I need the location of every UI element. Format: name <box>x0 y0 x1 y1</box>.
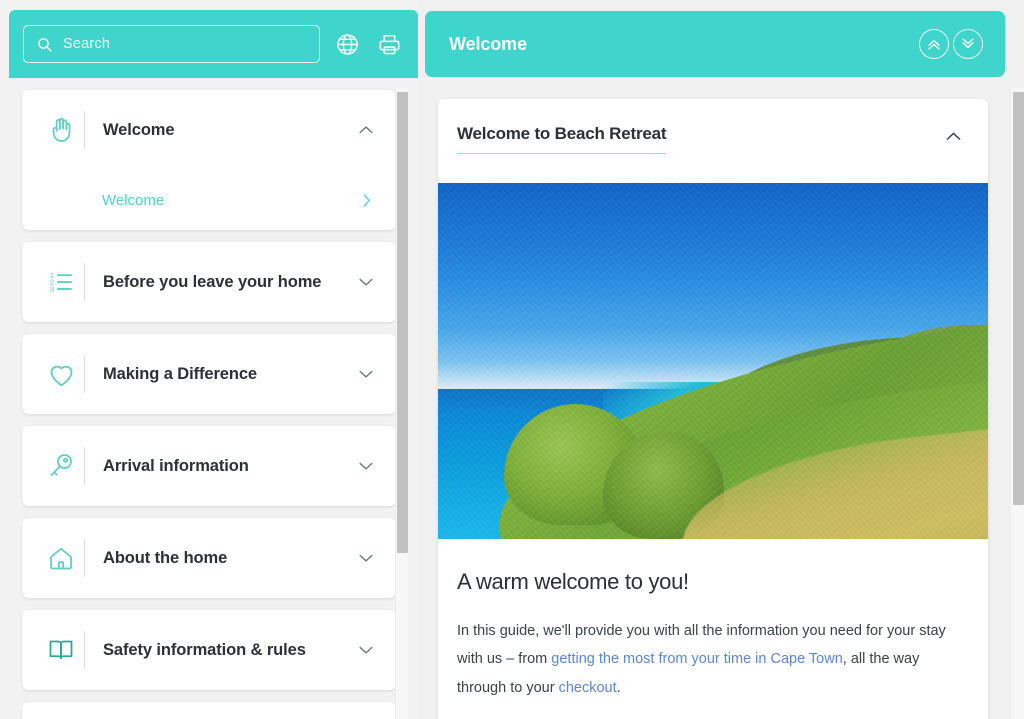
link-cape-town[interactable]: getting the most from your time in Cape … <box>551 651 842 667</box>
content-panel: Welcome Welcome to Beach Retreat A warm … <box>418 0 1024 719</box>
sidebar-header <box>9 10 418 78</box>
chevron-up-icon[interactable] <box>943 124 964 147</box>
article-paragraph: In this guide, we'll provide you with al… <box>457 617 962 702</box>
sidebar-scrollbar[interactable] <box>395 88 408 719</box>
link-checkout[interactable]: checkout <box>559 680 617 696</box>
article-body: A warm welcome to you! In this guide, we… <box>438 539 988 719</box>
search-input[interactable] <box>63 36 307 52</box>
print-icon[interactable] <box>374 29 404 59</box>
sidebar-item-before-you-leave-your-home[interactable]: 1 2 3 Before you leave your home <box>22 242 396 322</box>
divider <box>84 539 85 577</box>
sidebar-item-arrival-information[interactable]: Arrival information <box>22 426 396 506</box>
sidebar-item-header[interactable]: Welcome <box>22 90 396 170</box>
chevron-down-icon[interactable] <box>356 456 376 476</box>
divider <box>84 355 85 393</box>
sidebar-item-label: Before you leave your home <box>103 272 322 291</box>
page-title: Welcome <box>449 33 527 54</box>
chevrons-down-icon[interactable] <box>953 29 983 59</box>
sidebar-item-header[interactable]: Making a Difference <box>22 334 396 414</box>
sidebar-item-header[interactable]: Arrival information <box>22 426 396 506</box>
hand-wave-icon <box>38 115 84 145</box>
chevron-down-icon[interactable] <box>356 364 376 384</box>
sidebar-item-header[interactable]: Safety information & rules <box>22 610 396 690</box>
chevron-up-icon[interactable] <box>356 120 376 140</box>
content-scrollbar-thumb[interactable] <box>1013 92 1024 505</box>
sidebar-scrollbar-thumb[interactable] <box>397 92 408 553</box>
globe-icon[interactable] <box>332 29 362 59</box>
chevron-down-icon[interactable] <box>356 548 376 568</box>
search-field-wrapper[interactable] <box>23 25 320 63</box>
content-header: Welcome <box>425 11 1005 77</box>
sidebar-item-welcome[interactable]: Welcome Welcome <box>22 90 396 230</box>
chevron-down-icon[interactable] <box>356 640 376 660</box>
sidebar-item-label: Making a Difference <box>103 364 257 383</box>
paragraph-part-3: . <box>616 679 621 696</box>
sidebar-panel: Welcome Welcome <box>0 0 418 719</box>
sidebar-scroll-region: Welcome Welcome 1 2 3 Before you leave y… <box>9 84 418 719</box>
article-heading: A warm welcome to you! <box>457 569 689 594</box>
article-title: Welcome to Beach Retreat <box>457 124 667 154</box>
open-book-icon <box>38 635 84 665</box>
sidebar-item-header[interactable]: Practical area information <box>22 702 396 719</box>
chevron-down-icon[interactable] <box>356 272 376 292</box>
sidebar-item-about-the-home[interactable]: About the home <box>22 518 396 598</box>
search-icon <box>36 36 53 53</box>
sidebar-item-label: About the home <box>103 548 228 567</box>
hero-image <box>438 183 988 539</box>
sidebar-item-label: Arrival information <box>103 456 249 475</box>
divider <box>84 631 85 669</box>
chevrons-up-icon[interactable] <box>919 29 949 59</box>
sidebar-subitem-welcome[interactable]: Welcome <box>22 170 396 230</box>
key-icon <box>38 451 84 481</box>
heart-icon <box>38 359 84 390</box>
divider <box>84 447 85 485</box>
sidebar-item-label: Safety information & rules <box>103 640 306 659</box>
sidebar-nav-list: Welcome Welcome 1 2 3 Before you leave y… <box>9 84 418 719</box>
sidebar-item-header[interactable]: About the home <box>22 518 396 598</box>
article-header[interactable]: Welcome to Beach Retreat <box>438 99 988 183</box>
sidebar-item-header[interactable]: 1 2 3 Before you leave your home <box>22 242 396 322</box>
sidebar-subitem-label: Welcome <box>102 191 165 209</box>
article-card: Welcome to Beach Retreat A warm welcome … <box>438 99 988 719</box>
content-scrollbar[interactable] <box>1010 88 1024 719</box>
numbered-list-icon: 1 2 3 <box>38 267 84 297</box>
sidebar-item-label: Welcome <box>103 120 175 139</box>
svg-text:3: 3 <box>50 285 54 294</box>
divider <box>84 263 85 301</box>
chevron-right-icon <box>357 191 376 210</box>
sidebar-item-safety-information-rules[interactable]: Safety information & rules <box>22 610 396 690</box>
divider <box>84 111 85 149</box>
sidebar-item-making-a-difference[interactable]: Making a Difference <box>22 334 396 414</box>
app-root: Welcome Welcome <box>0 0 1024 719</box>
sidebar-item-practical-area-information[interactable]: Practical area information <box>22 702 396 719</box>
house-icon <box>38 543 84 573</box>
content-scroll-region: Welcome to Beach Retreat A warm welcome … <box>425 84 1005 719</box>
